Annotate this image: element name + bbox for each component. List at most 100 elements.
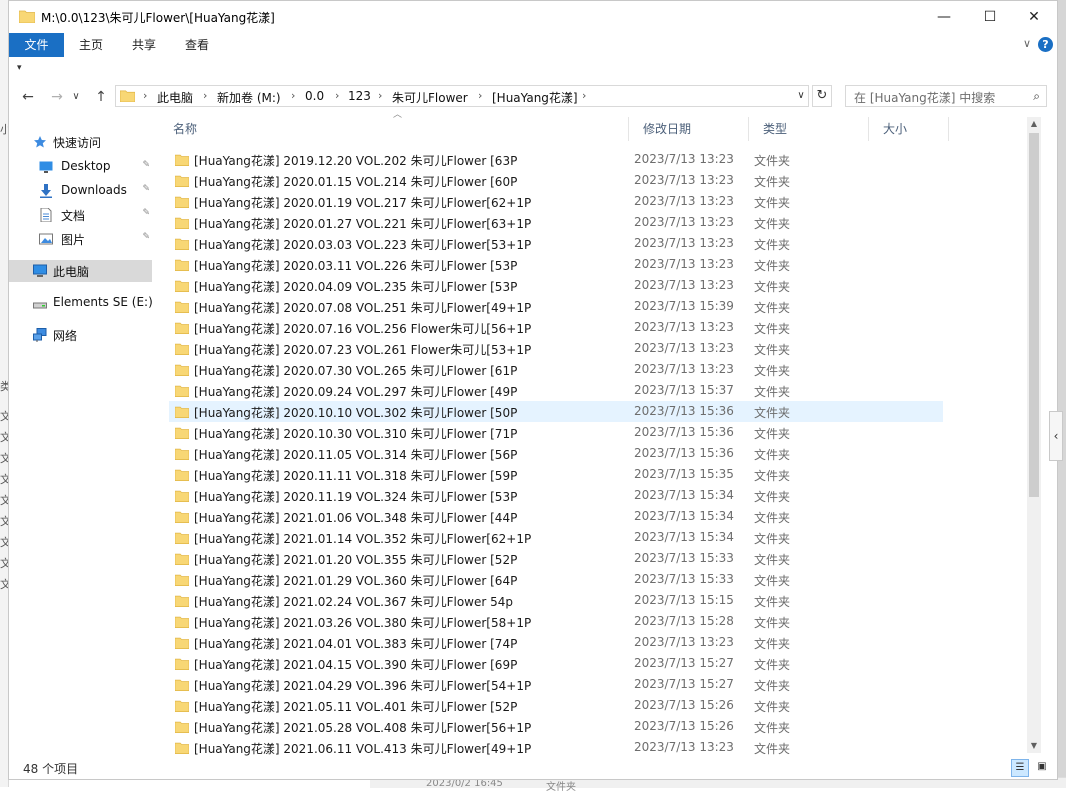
file-date: 2023/7/13 15:26 [634, 698, 734, 712]
breadcrumb-0-0[interactable]: 0.0 [305, 89, 324, 103]
breadcrumb-separator[interactable]: › [203, 89, 207, 102]
breadcrumb-separator[interactable]: › [335, 89, 339, 102]
file-type: 文件夹 [754, 259, 791, 273]
table-row[interactable]: [HuaYang花漾] 2020.03.03 VOL.223 朱可儿Flower… [169, 233, 943, 254]
table-row[interactable]: [HuaYang花漾] 2020.01.19 VOL.217 朱可儿Flower… [169, 191, 943, 212]
table-row[interactable]: [HuaYang花漾] 2020.09.24 VOL.297 朱可儿Flower… [169, 380, 943, 401]
forward-button[interactable]: → [46, 87, 68, 107]
vertical-scrollbar[interactable]: ▲ ▼ [1027, 117, 1041, 753]
tab-view[interactable]: 查看 [172, 33, 222, 57]
recent-locations-button[interactable]: ∨ [69, 87, 83, 107]
help-icon[interactable]: ? [1038, 37, 1053, 52]
breadcrumb-drive-m[interactable]: 新加卷 (M:) [217, 89, 281, 106]
file-name: [HuaYang花漾] 2021.01.06 VOL.348 朱可儿Flower… [194, 511, 518, 525]
preview-pane-toggle[interactable]: ‹ [1049, 411, 1063, 461]
refresh-button[interactable]: ↻ [812, 85, 832, 107]
expand-ribbon-icon[interactable]: ∨ [1023, 37, 1031, 50]
folder-icon [175, 658, 189, 670]
nav-quick-access[interactable]: 快速访问 [9, 131, 152, 153]
close-button[interactable]: ✕ [1011, 1, 1057, 33]
breadcrumb-huayang[interactable]: [HuaYang花漾] [492, 89, 578, 106]
table-row[interactable]: [HuaYang花漾] 2020.07.16 VOL.256 Flower朱可儿… [169, 317, 943, 338]
table-row[interactable]: [HuaYang花漾] 2021.06.11 VOL.413 朱可儿Flower… [169, 737, 943, 758]
search-input[interactable]: 在 [HuaYang花漾] 中搜索 [854, 89, 995, 106]
breadcrumb-this-pc[interactable]: 此电脑 [157, 89, 193, 106]
scrollbar-thumb[interactable] [1029, 133, 1039, 497]
column-type[interactable]: 类型 [749, 117, 869, 141]
table-row[interactable]: [HuaYang花漾] 2020.07.23 VOL.261 Flower朱可儿… [169, 338, 943, 359]
table-row[interactable]: [HuaYang花漾] 2020.04.09 VOL.235 朱可儿Flower… [169, 275, 943, 296]
table-row[interactable]: [HuaYang花漾] 2021.03.26 VOL.380 朱可儿Flower… [169, 611, 943, 632]
nav-desktop[interactable]: Desktop ✎ [9, 156, 152, 178]
file-date: 2023/7/13 13:23 [634, 320, 734, 334]
scroll-down-icon[interactable]: ▼ [1027, 739, 1041, 753]
maximize-button[interactable]: ☐ [967, 1, 1013, 33]
nav-this-pc[interactable]: 此电脑 [9, 260, 152, 282]
file-date: 2023/7/13 15:27 [634, 677, 734, 691]
table-row[interactable]: [HuaYang花漾] 2021.01.29 VOL.360 朱可儿Flower… [169, 569, 943, 590]
table-row[interactable]: [HuaYang花漾] 2020.10.10 VOL.302 朱可儿Flower… [169, 401, 943, 422]
title-bar[interactable]: M:\0.0\123\朱可儿Flower\[HuaYang花漾] — ☐ ✕ [9, 1, 1057, 33]
folder-icon [175, 175, 189, 187]
breadcrumb-123[interactable]: 123 [348, 89, 371, 103]
nav-documents[interactable]: 文档 ✎ [9, 204, 152, 226]
tab-share[interactable]: 共享 [119, 33, 169, 57]
background-type: 文件夹 [546, 782, 576, 793]
table-row[interactable]: [HuaYang花漾] 2021.04.01 VOL.383 朱可儿Flower… [169, 632, 943, 653]
folder-icon [175, 679, 189, 691]
table-row[interactable]: [HuaYang花漾] 2020.01.15 VOL.214 朱可儿Flower… [169, 170, 943, 191]
breadcrumb-separator[interactable]: › [378, 89, 382, 102]
up-button[interactable]: ↑ [90, 87, 112, 107]
nav-elements-drive[interactable]: Elements SE (E:) [9, 292, 153, 314]
table-row[interactable]: [HuaYang花漾] 2021.05.28 VOL.408 朱可儿Flower… [169, 716, 943, 737]
breadcrumb-flower[interactable]: 朱可儿Flower [392, 89, 468, 106]
tab-home[interactable]: 主页 [66, 33, 116, 57]
file-date: 2023/7/13 15:35 [634, 467, 734, 481]
table-row[interactable]: [HuaYang花漾] 2020.11.05 VOL.314 朱可儿Flower… [169, 443, 943, 464]
column-date-modified[interactable]: 修改日期 [629, 117, 749, 141]
table-row[interactable]: [HuaYang花漾] 2020.03.11 VOL.226 朱可儿Flower… [169, 254, 943, 275]
file-type: 文件夹 [754, 406, 791, 420]
table-row[interactable]: [HuaYang花漾] 2019.12.20 VOL.202 朱可儿Flower… [169, 149, 943, 170]
table-row[interactable]: [HuaYang花漾] 2021.01.14 VOL.352 朱可儿Flower… [169, 527, 943, 548]
quick-access-toolbar-dropdown[interactable]: ▾ [17, 63, 22, 73]
table-row[interactable]: [HuaYang花漾] 2020.10.30 VOL.310 朱可儿Flower… [169, 422, 943, 443]
details-view-button[interactable]: ☰ [1011, 759, 1029, 777]
search-box[interactable]: 在 [HuaYang花漾] 中搜索 ⌕ [845, 85, 1047, 107]
column-name[interactable]: 名称 [159, 117, 629, 141]
nav-item-label: Downloads [61, 183, 127, 197]
nav-network[interactable]: 网络 [9, 324, 152, 346]
table-row[interactable]: [HuaYang花漾] 2020.07.08 VOL.251 朱可儿Flower… [169, 296, 943, 317]
table-row[interactable]: [HuaYang花漾] 2021.04.29 VOL.396 朱可儿Flower… [169, 674, 943, 695]
file-type: 文件夹 [754, 721, 791, 735]
tab-file[interactable]: 文件 [9, 33, 64, 57]
table-row[interactable]: [HuaYang花漾] 2021.04.15 VOL.390 朱可儿Flower… [169, 653, 943, 674]
folder-icon [175, 259, 189, 271]
nav-downloads[interactable]: Downloads ✎ [9, 180, 152, 202]
tiles-view-button[interactable]: ▣ [1033, 759, 1051, 777]
breadcrumb-separator[interactable]: › [291, 89, 295, 102]
table-row[interactable]: [HuaYang花漾] 2021.01.06 VOL.348 朱可儿Flower… [169, 506, 943, 527]
back-button[interactable]: ← [17, 87, 39, 107]
table-row[interactable]: [HuaYang花漾] 2020.07.30 VOL.265 朱可儿Flower… [169, 359, 943, 380]
file-type: 文件夹 [754, 700, 791, 714]
search-icon[interactable]: ⌕ [1033, 89, 1040, 104]
folder-icon [175, 196, 189, 208]
scroll-up-icon[interactable]: ▲ [1027, 117, 1041, 131]
file-type: 文件夹 [754, 532, 791, 546]
table-row[interactable]: [HuaYang花漾] 2021.01.20 VOL.355 朱可儿Flower… [169, 548, 943, 569]
breadcrumb-separator[interactable]: › [143, 89, 147, 102]
table-row[interactable]: [HuaYang花漾] 2020.11.11 VOL.318 朱可儿Flower… [169, 464, 943, 485]
column-size[interactable]: 大小 [869, 117, 949, 141]
table-row[interactable]: [HuaYang花漾] 2020.11.19 VOL.324 朱可儿Flower… [169, 485, 943, 506]
folder-icon [175, 595, 189, 607]
minimize-button[interactable]: — [921, 1, 967, 33]
table-row[interactable]: [HuaYang花漾] 2021.02.24 VOL.367 朱可儿Flower… [169, 590, 943, 611]
table-row[interactable]: [HuaYang花漾] 2020.01.27 VOL.221 朱可儿Flower… [169, 212, 943, 233]
address-bar[interactable]: › 此电脑 › 新加卷 (M:) › 0.0 › 123 › 朱可儿Flower… [115, 85, 809, 107]
table-row[interactable]: [HuaYang花漾] 2021.05.11 VOL.401 朱可儿Flower… [169, 695, 943, 716]
breadcrumb-separator[interactable]: › [478, 89, 482, 102]
breadcrumb-separator[interactable]: › [582, 89, 586, 102]
address-dropdown-icon[interactable]: ∨ [793, 86, 809, 106]
nav-pictures[interactable]: 图片 ✎ [9, 228, 152, 250]
